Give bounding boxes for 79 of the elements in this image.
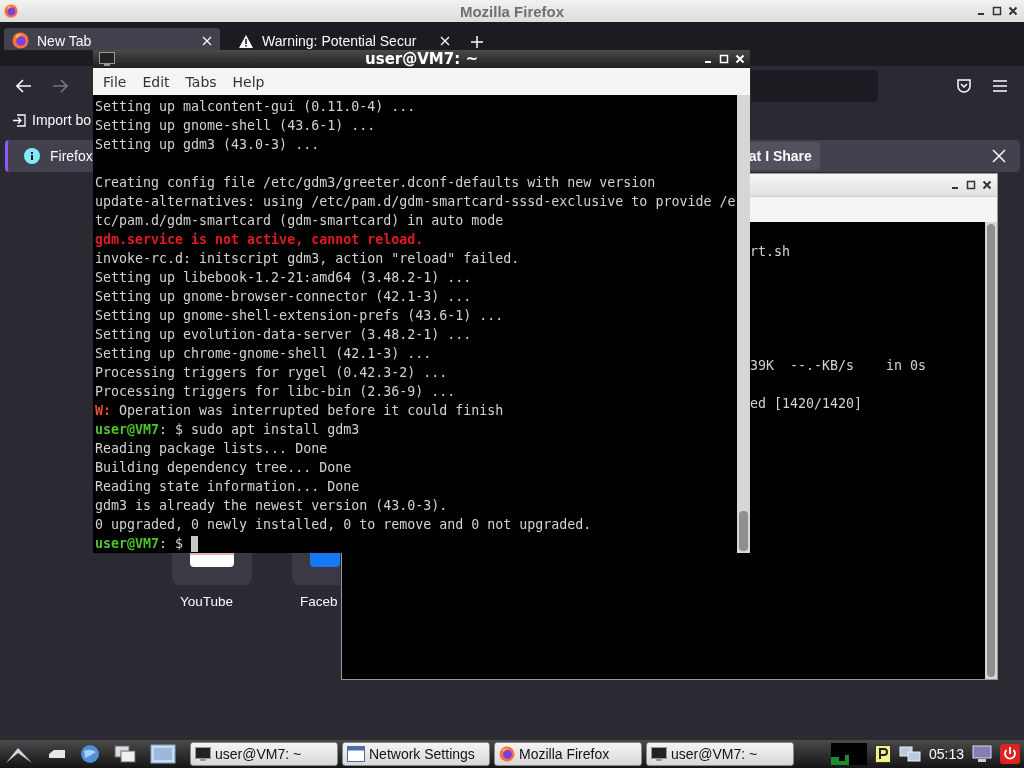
maximize-icon[interactable] [992, 6, 1002, 16]
terminal-line: rt.sh [750, 243, 791, 261]
terminal-line: update-alternatives: using /etc/pam.d/gdm-smartcard-sssd-exclusive to provide /e [95, 193, 736, 211]
window-icon [347, 746, 365, 762]
terminal-line: Creating config file /etc/gdm3/greeter.dconf-defaults with new version [95, 174, 656, 192]
terminal-line: Processing triggers for rygel (0.42.3-2) ... [95, 364, 448, 382]
menu-item[interactable]: File [103, 73, 127, 90]
shortcut-tile[interactable] [292, 553, 340, 585]
close-icon[interactable] [1008, 6, 1018, 16]
terminal-line: W: Operation was interrupted before it could finish [95, 402, 504, 420]
menu-item[interactable]: Help [232, 73, 265, 90]
terminal-line: Setting up libebook-1.2-21:amd64 (3.48.2-1) ... [95, 269, 472, 287]
shortcut-label[interactable]: YouTube [172, 594, 234, 609]
parking-icon[interactable] [874, 745, 891, 763]
terminal-line: Reading state information... Done [95, 478, 360, 496]
terminal-line: Setting up malcontent-gui (0.11.0-4) ... [95, 98, 416, 116]
terminal-line: Setting up gnome-shell (43.6-1) ... [95, 117, 376, 135]
network-icon[interactable] [898, 745, 921, 763]
firefox-icon [499, 746, 515, 762]
terminal-line: user@VM7: $ sudo apt install gdm3 [95, 421, 360, 439]
globe-icon[interactable] [80, 744, 100, 764]
taskbar-button[interactable]: user@VM7: ~ [646, 742, 794, 766]
desktop-icon[interactable] [150, 744, 176, 764]
power-icon[interactable] [1000, 744, 1020, 764]
firefox-icon [12, 32, 29, 49]
terminal-line: user@VM7: $ [95, 535, 185, 553]
terminal-icon [651, 747, 667, 761]
scrollbar-track[interactable] [737, 95, 750, 553]
close-tab-icon[interactable] [440, 36, 450, 46]
terminal-line: Setting up gdm3 (43.0-3) ... [95, 136, 320, 154]
shortcut-tile[interactable] [172, 553, 252, 585]
terminal-line: invoke-rc.d: initscript gdm3, action "reload" failed. [95, 250, 520, 268]
terminal-line: 0 upgraded, 0 newly installed, 0 to remove and 0 not upgraded. [95, 516, 592, 534]
browser-tab[interactable]: New Tab [4, 28, 220, 50]
terminal-line: Reading package lists... Done [95, 440, 328, 458]
terminal-line: Building dependency tree... Done [95, 459, 352, 477]
info-icon [24, 148, 40, 164]
menu-item[interactable]: Tabs [185, 73, 217, 90]
taskbar-button[interactable]: Network Settings [342, 742, 490, 766]
new-tab-icon[interactable] [470, 35, 484, 49]
browser-tab[interactable]: Warning: Potential Secur [230, 28, 458, 50]
cpu-graph-icon [830, 743, 867, 765]
scrollbar-thumb[interactable] [739, 511, 748, 551]
notification-text: Firefox [50, 148, 93, 164]
back-icon[interactable] [16, 79, 32, 93]
address-field[interactable] [751, 70, 878, 102]
taskbar-button[interactable]: Mozilla Firefox [494, 742, 642, 766]
close-tab-icon[interactable] [202, 36, 212, 46]
windows-icon[interactable] [114, 745, 136, 763]
import-icon [12, 112, 27, 128]
terminal-line: gdm3 is already the newest version (43.0-3). [95, 497, 448, 515]
terminal-line: Setting up evolution-data-server (3.48.2-1) ... [95, 326, 472, 344]
menu-item[interactable]: Edit [142, 73, 170, 90]
terminal-line: Setting up gnome-shell-extension-prefs (43.6-1) ... [95, 307, 504, 325]
text-cursor [191, 535, 199, 552]
close-icon[interactable] [982, 180, 992, 190]
clock: 05:13 [928, 746, 964, 762]
shortcut-label[interactable]: Faceb [292, 594, 338, 609]
terminal-icon [99, 52, 115, 66]
warning-icon [238, 34, 254, 49]
firefox-icon [4, 4, 18, 18]
maximize-icon[interactable] [966, 180, 976, 190]
taskbar-button[interactable]: user@VM7: ~ [190, 742, 338, 766]
terminal-line: gdm.service is not active, cannot reload. [95, 231, 424, 249]
window-title: Mozilla Firefox [459, 2, 565, 20]
monitor-icon[interactable] [972, 745, 992, 763]
drive-icon[interactable] [48, 748, 66, 760]
import-bookmarks-button[interactable]: Import bo [12, 112, 92, 128]
terminal-line: tc/pam.d/gdm-smartcard (gdm-smartcard) in auto mode [95, 212, 504, 230]
terminal-line: ed [1420/1420] [750, 395, 863, 413]
menu-icon[interactable] [992, 79, 1008, 93]
terminal-line: Processing triggers for libc-bin (2.36-9) ... [95, 383, 456, 401]
terminal-icon [195, 747, 211, 761]
pocket-icon[interactable] [956, 78, 972, 94]
window-title: user@VM7: ~ [365, 50, 478, 68]
terminal-line: 39K --.-KB/s in 0s [750, 357, 927, 375]
terminal-line: Setting up chrome-gnome-shell (42.1-3) ... [95, 345, 432, 363]
terminal-line: Setting up gnome-browser-connector (42.1-3) ... [95, 288, 472, 306]
forward-icon[interactable] [52, 79, 68, 93]
